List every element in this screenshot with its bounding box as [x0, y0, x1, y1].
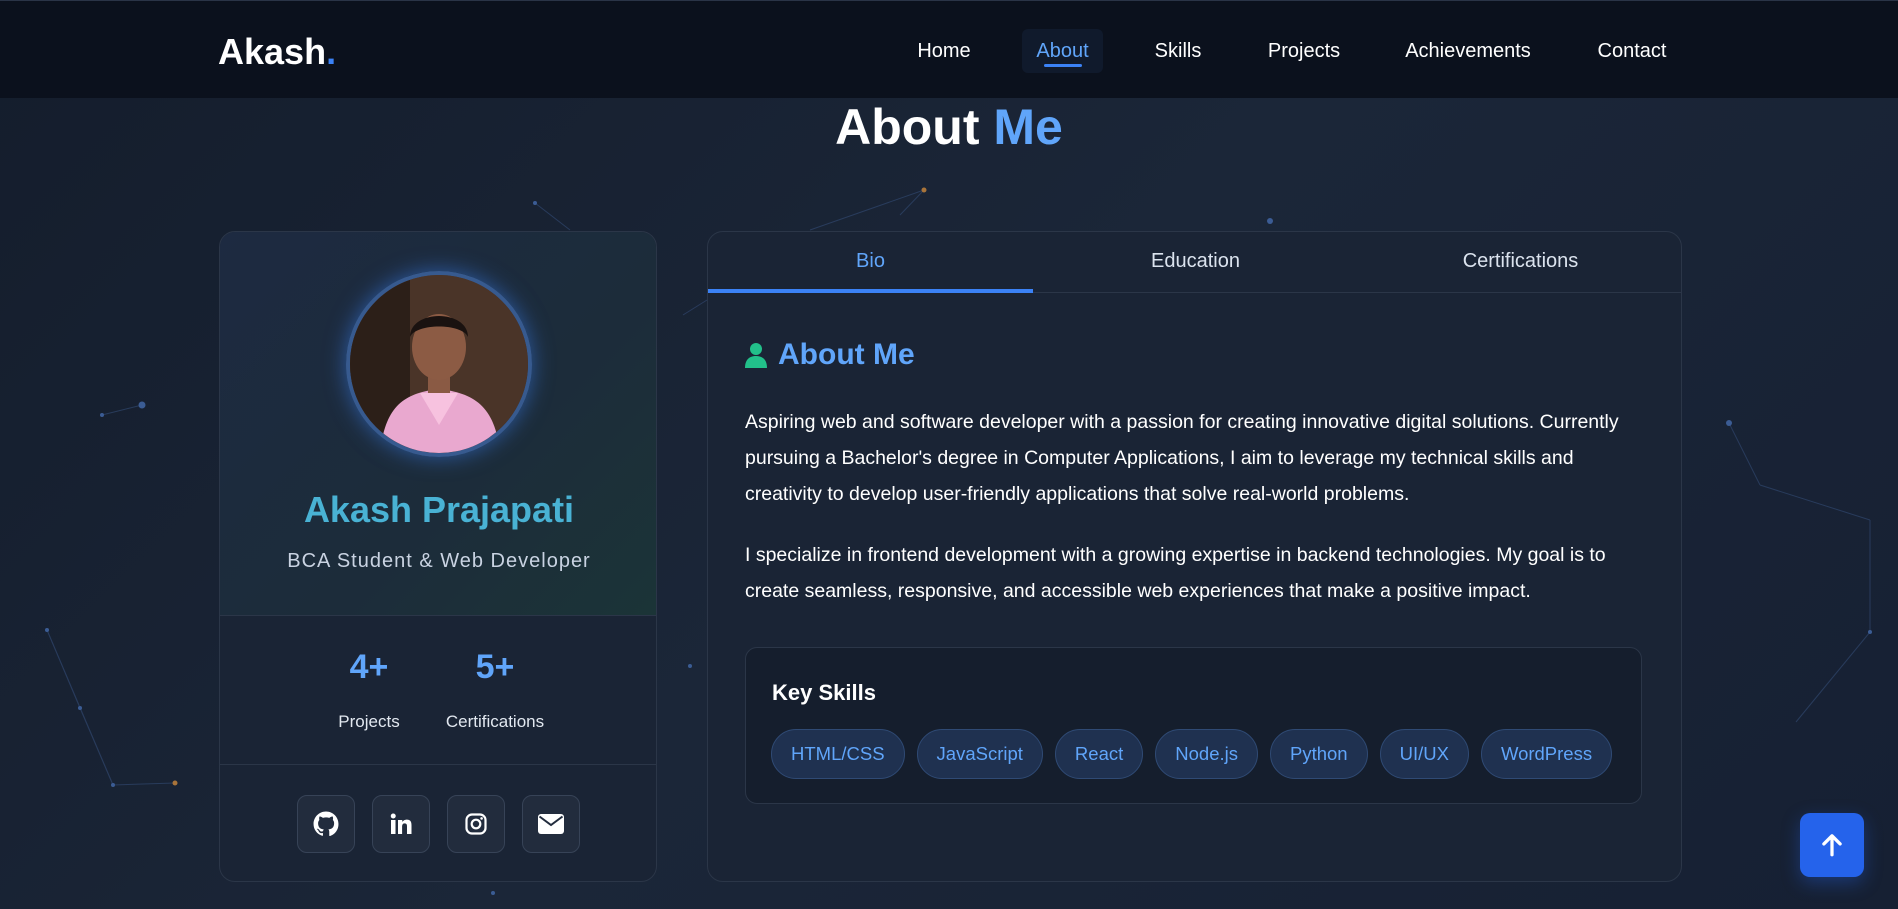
stat-certifications-value: 5+ [475, 648, 515, 686]
nav-item-projects[interactable]: Projects [1254, 29, 1354, 73]
brand-name: Akash [218, 31, 327, 72]
skill-chip[interactable]: HTML/CSS [771, 729, 905, 779]
linkedin-icon [390, 813, 412, 834]
linkedin-link[interactable] [372, 795, 430, 853]
nav-item-contact[interactable]: Contact [1590, 29, 1674, 73]
bio-paragraph-2: I specialize in frontend development wit… [745, 544, 1606, 602]
instagram-link[interactable] [447, 795, 505, 853]
section-title-main: About [835, 99, 980, 155]
github-link[interactable] [297, 795, 355, 853]
profile-role: BCA Student & Web Developer [287, 550, 591, 572]
bio-paragraph-1: Aspiring web and software developer with… [745, 411, 1619, 505]
bio-title: About Me [778, 338, 915, 371]
skill-chips: HTML/CSS JavaScript React Node.js Python… [771, 729, 1613, 779]
avatar [346, 271, 532, 457]
nav-item-home[interactable]: Home [904, 29, 984, 73]
stat-projects-label: Projects [338, 712, 400, 731]
tab-education[interactable]: Education [1033, 232, 1358, 293]
stat-projects-value: 4+ [349, 648, 389, 686]
arrow-up-icon [1822, 834, 1842, 857]
key-skills-box: Key Skills HTML/CSS JavaScript React Nod… [745, 647, 1642, 804]
nav-item-achievements[interactable]: Achievements [1396, 29, 1540, 73]
mail-icon [538, 814, 564, 834]
profile-card: Akash Prajapati BCA Student & Web Develo… [219, 231, 657, 882]
tab-bar: Bio Education Certifications [708, 232, 1681, 293]
profile-header: Akash Prajapati BCA Student & Web Develo… [220, 232, 656, 616]
nav-item-skills[interactable]: Skills [1140, 29, 1216, 73]
instagram-icon [465, 813, 487, 835]
nav-item-about[interactable]: About [1022, 29, 1103, 73]
section-title: About Me [0, 98, 1898, 156]
email-link[interactable] [522, 795, 580, 853]
user-icon [745, 343, 767, 368]
about-tabs-card: Bio Education Certifications About Me As… [707, 231, 1682, 882]
skill-chip[interactable]: WordPress [1480, 729, 1613, 779]
github-icon [313, 811, 339, 837]
skill-chip[interactable]: Python [1269, 729, 1368, 779]
navbar: Akash. Home About Skills Projects Achiev… [0, 0, 1898, 98]
scroll-to-top-button[interactable] [1800, 813, 1864, 877]
divider [220, 764, 656, 765]
tab-certifications[interactable]: Certifications [1358, 232, 1681, 293]
skill-chip[interactable]: UI/UX [1379, 729, 1469, 779]
avatar-portrait [350, 275, 528, 453]
tab-bio[interactable]: Bio [708, 232, 1033, 293]
skill-chip[interactable]: Node.js [1155, 729, 1258, 779]
section-title-accent: Me [993, 99, 1063, 155]
skill-chip[interactable]: JavaScript [916, 729, 1043, 779]
profile-name: Akash Prajapati [303, 489, 575, 530]
skill-chip[interactable]: React [1054, 729, 1144, 779]
key-skills-title: Key Skills [772, 680, 876, 705]
stat-certifications-label: Certifications [445, 712, 545, 731]
brand-logo[interactable]: Akash. [218, 31, 336, 73]
brand-dot: . [326, 31, 337, 72]
